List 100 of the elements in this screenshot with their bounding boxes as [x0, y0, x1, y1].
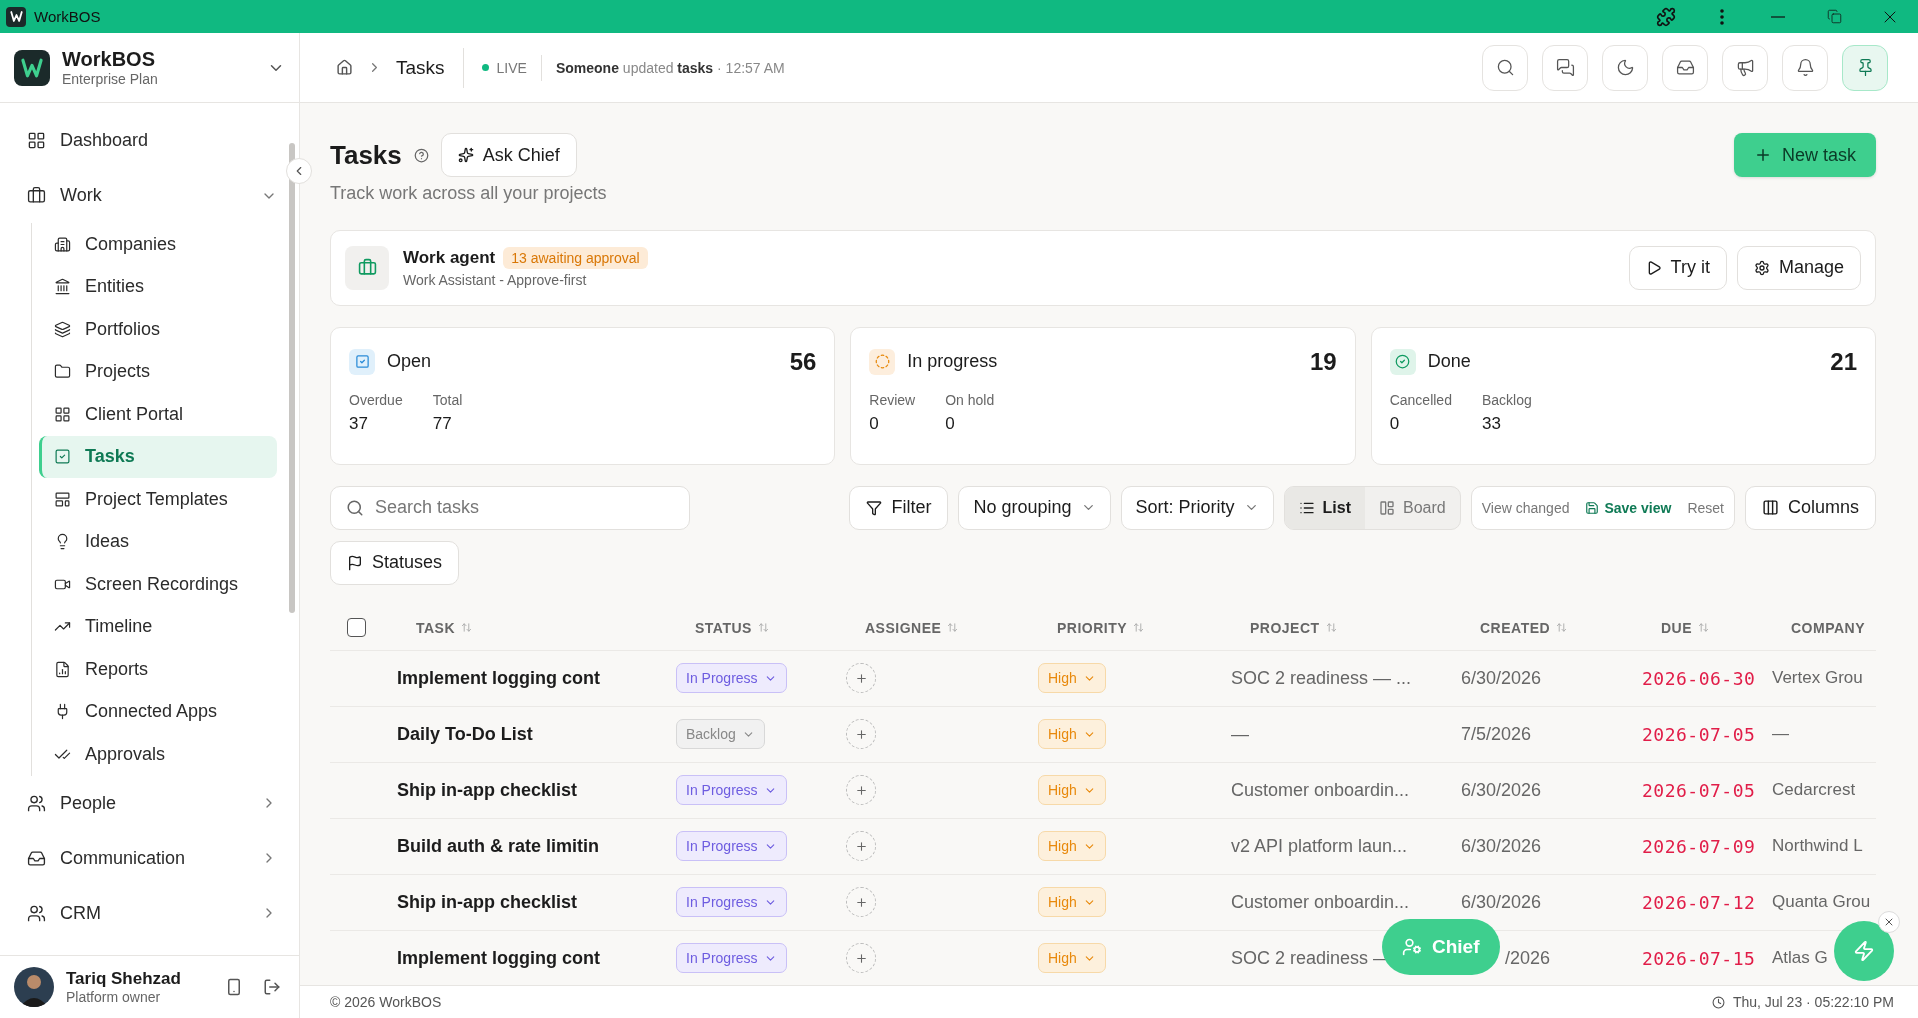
sidebar-item[interactable]: Reports — [39, 648, 277, 691]
created-cell: 6/30/2026 — [1461, 835, 1542, 857]
ask-chief-button[interactable]: Ask Chief — [440, 133, 577, 177]
activity-text: Someone updated tasks · 12:57 AM — [555, 59, 785, 76]
lightning-icon — [1853, 940, 1875, 962]
chat-icon — [1555, 58, 1575, 77]
task-name[interactable]: Implement logging cont — [397, 667, 600, 689]
statuses-button[interactable]: Statuses — [330, 540, 460, 585]
bell-button[interactable] — [1782, 44, 1828, 91]
sort-dropdown[interactable]: Sort: Priority — [1120, 485, 1274, 530]
status-dropdown[interactable]: In Progress — [676, 943, 787, 974]
column-header[interactable]: CREATED — [1461, 619, 1642, 636]
folder-icon — [54, 363, 71, 381]
moon-icon — [1615, 58, 1635, 77]
close-icon — [1883, 916, 1895, 928]
stat-value: 56 — [789, 347, 817, 376]
sidebar-item[interactable]: Companies — [39, 223, 277, 266]
page-subtitle: Track work across all your projects — [330, 183, 608, 204]
search-field[interactable]: Search tasks — [330, 485, 690, 530]
status-dropdown[interactable]: In Progress — [676, 887, 787, 918]
sidebar-item[interactable]: Connected Apps — [39, 690, 277, 733]
detail-label: Cancelled — [1389, 391, 1452, 408]
sort-icon — [947, 622, 959, 634]
columns-button[interactable]: Columns — [1744, 485, 1876, 530]
column-header[interactable]: PROJECT — [1231, 619, 1461, 636]
sidebar-item[interactable]: Communication — [22, 830, 277, 886]
manage-button[interactable]: Manage — [1736, 245, 1861, 290]
moon-button[interactable] — [1602, 44, 1648, 91]
sidebar-item[interactable]: Timeline — [39, 605, 277, 648]
status-dropdown[interactable]: In Progress — [676, 775, 787, 806]
view-tab[interactable]: Board — [1365, 486, 1460, 529]
megaphone-button[interactable] — [1722, 44, 1768, 91]
inbox-icon — [27, 848, 46, 868]
select-all-checkbox[interactable] — [347, 618, 366, 638]
inbox-button[interactable] — [1662, 44, 1708, 91]
pin-button[interactable] — [1842, 44, 1888, 91]
sidebar-item[interactable]: Entities — [39, 265, 277, 308]
sidebar-item[interactable]: Work — [22, 168, 277, 223]
column-header[interactable]: TASK — [397, 619, 676, 636]
clock-icon — [1711, 995, 1725, 1009]
status-dropdown[interactable]: In Progress — [676, 831, 787, 862]
check-circle-icon — [1395, 354, 1411, 370]
column-header[interactable]: ASSIGNEE — [846, 619, 1038, 636]
people-icon — [27, 903, 46, 923]
sidebar-item[interactable]: Approvals — [39, 733, 277, 776]
sidebar-item[interactable]: People — [22, 775, 277, 831]
column-header[interactable]: DUE — [1642, 619, 1772, 636]
column-header[interactable]: STATUS — [676, 619, 846, 636]
task-name[interactable]: Build auth & rate limitin — [397, 835, 599, 857]
column-header[interactable]: PRIORITY — [1038, 619, 1231, 636]
checkbox-icon — [354, 354, 370, 370]
home-icon[interactable] — [336, 59, 353, 76]
agent-name: Work agent — [403, 248, 496, 269]
grid-icon — [27, 131, 46, 150]
try-button[interactable]: Try it — [1628, 245, 1727, 290]
task-name[interactable]: Ship in-app checklist — [397, 779, 578, 801]
task-name[interactable]: Implement logging cont — [397, 947, 600, 969]
column-header[interactable]: COMPANY — [1772, 619, 1876, 636]
filter-button[interactable]: Filter — [849, 485, 949, 530]
sidebar-item[interactable]: Portfolios — [39, 308, 277, 351]
search-button[interactable] — [1482, 44, 1528, 91]
user-name: Tariq Shehzad — [66, 969, 182, 989]
sort-icon — [1133, 622, 1145, 634]
sidebar-item[interactable]: Screen Recordings — [39, 563, 277, 606]
task-name[interactable]: Ship in-app checklist — [397, 891, 578, 913]
sidebar-item[interactable]: Projects — [39, 350, 277, 393]
detail-label: Review — [869, 391, 916, 408]
sidebar-item[interactable]: Tasks — [39, 435, 277, 478]
save-view-button[interactable]: Save view — [1585, 499, 1672, 516]
sidebar-item[interactable]: Client Portal — [39, 393, 277, 436]
plus-icon — [854, 727, 868, 741]
detail-label: Overdue — [349, 391, 403, 408]
scrollbar[interactable] — [289, 143, 295, 613]
reset-button[interactable]: Reset — [1687, 499, 1724, 516]
user-role: Platform owner — [66, 989, 162, 1005]
task-name[interactable]: Daily To-Do List — [397, 723, 533, 745]
dismiss-button[interactable] — [1878, 911, 1900, 933]
view-tab[interactable]: List — [1284, 486, 1366, 529]
layers-icon — [54, 320, 71, 338]
status-dropdown[interactable]: In Progress — [676, 663, 787, 694]
dashed-circle-icon — [874, 354, 890, 370]
help-icon[interactable] — [413, 147, 429, 163]
sidebar-item[interactable]: CRM — [22, 885, 277, 941]
page-title: Tasks — [330, 139, 402, 171]
chat-button[interactable] — [1542, 44, 1588, 91]
detail-value: 0 — [869, 413, 880, 434]
collapse-button[interactable] — [286, 158, 312, 184]
grouping-dropdown[interactable]: No grouping — [958, 485, 1111, 530]
sidebar-item[interactable]: Project Templates — [39, 478, 277, 521]
due-cell: 2026-06-30 — [1642, 667, 1756, 689]
sidebar-item[interactable]: Dashboard — [22, 113, 277, 168]
plus-icon — [854, 895, 868, 909]
sparkles-icon — [457, 147, 474, 163]
user-cog-icon — [1402, 937, 1422, 957]
save-icon — [1585, 500, 1600, 515]
project-cell: Customer onboardin... — [1231, 891, 1410, 913]
sidebar-item[interactable]: Ideas — [39, 520, 277, 563]
new-task-button[interactable]: New task — [1733, 133, 1876, 177]
avatar — [14, 967, 54, 1007]
stat-label: Open — [387, 351, 433, 373]
